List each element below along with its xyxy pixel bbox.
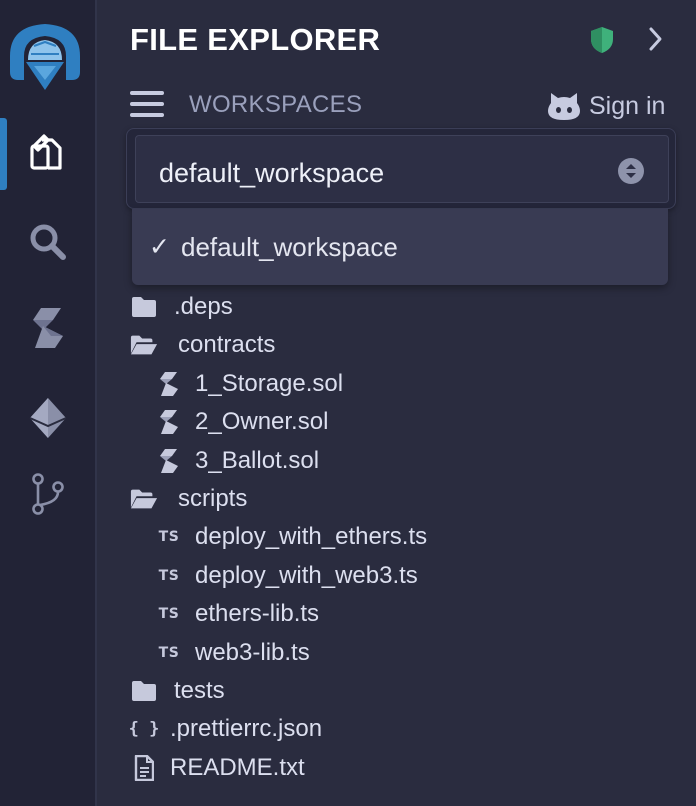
tree-file-owner[interactable]: 2_Owner.sol: [155, 404, 328, 440]
github-icon: [548, 93, 580, 120]
tree-file-readme[interactable]: README.txt: [130, 750, 305, 786]
chevron-right-icon[interactable]: [648, 26, 664, 52]
tree-file-deploy-web3[interactable]: TS deploy_with_web3.ts: [155, 558, 418, 594]
solidity-file-icon: [160, 410, 178, 434]
workspace-select-wrapper: default_workspace: [126, 128, 676, 209]
tree-folder-scripts[interactable]: scripts: [130, 481, 247, 517]
solidity-compiler-tab[interactable]: [0, 292, 95, 364]
tree-folder-contracts[interactable]: contracts: [130, 327, 275, 363]
tree-label: deploy_with_web3.ts: [195, 562, 418, 589]
solidity-file-icon: [160, 449, 178, 473]
typescript-icon: TS: [158, 606, 180, 622]
json-icon: { }: [128, 719, 160, 739]
tree-label: 1_Storage.sol: [195, 370, 344, 397]
deploy-run-tab[interactable]: [0, 382, 95, 454]
tree-label: web3-lib.ts: [195, 639, 310, 666]
hamburger-icon[interactable]: [130, 89, 164, 119]
tree-label: 3_Ballot.sol: [195, 447, 320, 474]
tree-label: .prettierrc.json: [170, 715, 323, 742]
tree-file-web3-lib[interactable]: TS web3-lib.ts: [155, 635, 310, 671]
workspace-option[interactable]: default_workspace: [181, 232, 398, 263]
folder-open-icon: [130, 489, 158, 509]
typescript-icon: TS: [158, 529, 180, 545]
tree-folder-tests[interactable]: tests: [130, 673, 225, 709]
text-file-icon: [134, 755, 154, 781]
file-explorer-icon: [29, 134, 62, 170]
workspaces-label: WORKSPACES: [189, 91, 363, 118]
tree-label: scripts: [178, 485, 248, 512]
folder-open-icon: [130, 335, 158, 355]
git-tab[interactable]: [0, 458, 95, 530]
git-icon: [31, 473, 64, 515]
typescript-icon: TS: [158, 568, 180, 584]
file-explorer-panel: FILE EXPLORER WORKSPACES Sign in default…: [97, 0, 696, 806]
folder-icon: [132, 681, 156, 701]
sign-in-button[interactable]: Sign in: [547, 88, 665, 124]
tree-label: README.txt: [170, 754, 305, 781]
remix-ide: FILE EXPLORER WORKSPACES Sign in default…: [0, 0, 696, 806]
remix-logo-icon[interactable]: [4, 16, 86, 94]
typescript-icon: TS: [158, 645, 180, 661]
tree-label: contracts: [178, 331, 276, 358]
file-explorer-tab[interactable]: [0, 118, 95, 190]
tree-label: deploy_with_ethers.ts: [195, 523, 428, 550]
tree-file-ethers-lib[interactable]: TS ethers-lib.ts: [155, 596, 319, 632]
activity-bar: [0, 0, 97, 806]
tree-file-prettierrc[interactable]: { } .prettierrc.json: [128, 711, 323, 747]
tree-label: .deps: [174, 293, 233, 320]
sign-in-label: Sign in: [589, 91, 666, 120]
check-icon: ✓: [149, 233, 170, 261]
search-tab[interactable]: [0, 206, 95, 278]
solidity-file-icon: [160, 372, 178, 396]
tree-folder-deps[interactable]: .deps: [130, 289, 233, 325]
panel-title: FILE EXPLORER: [130, 22, 381, 57]
folder-icon: [132, 297, 156, 317]
deploy-run-icon: [29, 398, 66, 438]
tree-label: 2_Owner.sol: [195, 408, 329, 435]
search-icon: [30, 224, 66, 260]
shield-icon[interactable]: [590, 26, 614, 54]
tree-label: tests: [174, 677, 225, 704]
tree-file-deploy-ethers[interactable]: TS deploy_with_ethers.ts: [155, 519, 427, 555]
tree-file-storage[interactable]: 1_Storage.sol: [155, 366, 343, 402]
workspace-dropdown: ✓ default_workspace: [132, 209, 668, 285]
workspace-select[interactable]: default_workspace: [135, 135, 669, 203]
workspace-select-value: default_workspace: [159, 158, 385, 188]
solidity-compiler-icon: [32, 308, 63, 348]
tree-file-ballot[interactable]: 3_Ballot.sol: [155, 443, 319, 479]
select-arrows-icon: [618, 158, 644, 184]
tree-label: ethers-lib.ts: [195, 600, 320, 627]
